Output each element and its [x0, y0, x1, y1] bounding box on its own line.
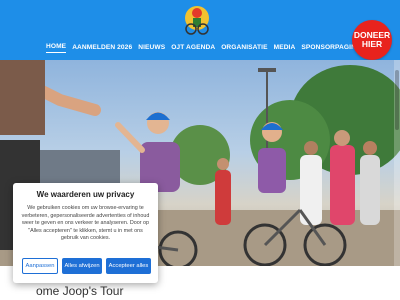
main-nav: HOME AANMELDEN 2026 NIEUWS OJT AGENDA OR…: [46, 41, 361, 53]
nav-organisatie[interactable]: ORGANISATIE: [221, 42, 267, 53]
customize-button[interactable]: Aanpassen: [22, 258, 58, 274]
nav-agenda[interactable]: OJT AGENDA: [171, 42, 215, 53]
accept-all-button[interactable]: Accepteer alles: [106, 258, 151, 274]
cookie-text: We gebruiken cookies om uw browse-ervari…: [21, 205, 150, 242]
nav-nieuws[interactable]: NIEUWS: [138, 42, 165, 53]
nav-media[interactable]: MEDIA: [274, 42, 296, 53]
donate-button[interactable]: DONEER HIER: [352, 20, 392, 60]
donate-label: DONEER HIER: [353, 30, 391, 49]
bicycle-mascot-logo-icon[interactable]: [182, 3, 212, 37]
page-section-title: ome Joop's Tour: [36, 284, 124, 298]
cookie-title: We waarderen uw privacy: [36, 190, 135, 199]
site-header: HOME AANMELDEN 2026 NIEUWS OJT AGENDA OR…: [0, 0, 400, 60]
nav-aanmelden[interactable]: AANMELDEN 2026: [72, 42, 132, 53]
nav-home[interactable]: HOME: [46, 41, 67, 53]
page-scrollbar[interactable]: [394, 60, 400, 266]
reject-all-button[interactable]: Alles afwijzen: [62, 258, 102, 274]
scrollbar-thumb[interactable]: [395, 70, 399, 130]
